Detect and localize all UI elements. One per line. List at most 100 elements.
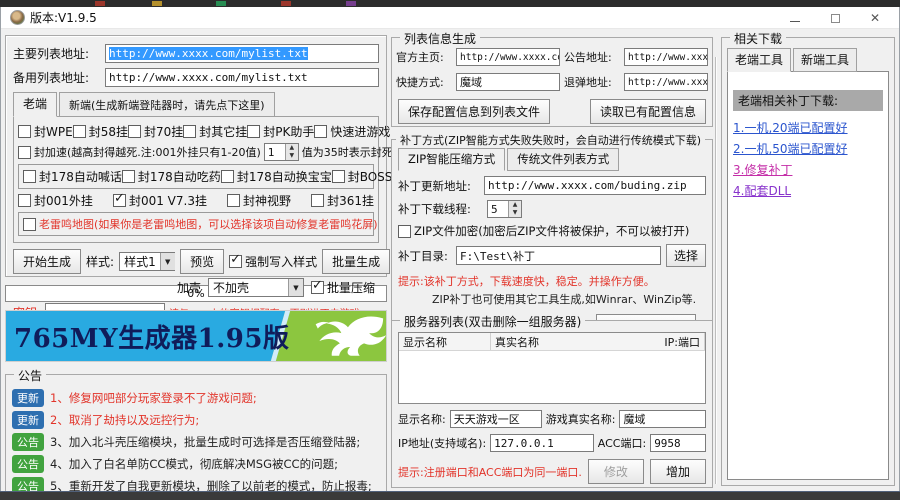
block-option-checkbox[interactable]: 封WPE [18,123,73,140]
checkbox-icon [311,194,324,207]
block-option-checkbox[interactable]: 封PK助手 [247,123,314,140]
home-input[interactable]: http://www.xxxx.com [456,48,560,66]
window-title: 版本:V1.9.5 [30,9,97,26]
block-option-checkbox[interactable]: 快速进游戏 [314,123,390,140]
add-server-button[interactable]: 增加 [650,459,706,484]
block-option-checkbox[interactable]: 封70挂 [128,123,183,140]
block-option-checkbox[interactable]: 封001外挂 [18,192,93,209]
server-column-header[interactable]: 真实名称 [491,333,660,350]
patch-threads-label: 补丁下载线程: [398,201,484,217]
maximize-button[interactable] [815,7,855,29]
downloads-title: 相关下载 [730,30,786,47]
checkbox-icon [23,218,36,231]
force-style-checkbox[interactable]: 强制写入样式 [229,253,317,270]
spin-up-icon[interactable]: ▲ [509,201,521,209]
patch-dir-row: 补丁目录: F:\Test\补丁 选择 [398,244,706,267]
generator-settings-box: 主要列表地址: http://www.xxxx.com/mylist.txt 备… [5,35,387,277]
save-config-button[interactable]: 保存配置信息到列表文件 [398,99,550,124]
notice-item: 公告 3、加入北斗壳压缩模块，批量生成时可选择是否压缩登陆器; [12,431,380,453]
patch-url-row: 补丁更新地址: http://www.xxxx.com/buding.zip [398,176,706,195]
acc-port-input[interactable]: 9958 [650,434,706,452]
download-link[interactable]: 1.一机,20端已配置好 [733,119,883,136]
downloads-listbox[interactable]: 老端相关补丁下载: 1.一机,20端已配置好2.一机,50端已配置好3.修复补丁… [727,71,889,480]
downloads-box: 相关下载 老端工具新端工具 老端相关补丁下载: 1.一机,20端已配置好2.一机… [721,37,895,486]
modify-server-button[interactable]: 修改 [588,459,644,484]
check-row-1: 封WPE封58挂封70挂封其它挂封PK助手快速进游戏 [18,123,374,140]
downloads-tab[interactable]: 新端工具 [793,48,857,72]
client-tabs: 老端新端(生成新端登陆器时，请先点下这里) [13,92,379,117]
speed-value-spinner[interactable]: 1▲▼ [264,143,299,161]
client-tab[interactable]: 新端(生成新端登陆器时，请先点下这里) [59,92,275,117]
shortcut-input[interactable]: 魔域 [456,73,560,91]
block-option-checkbox[interactable]: 封其它挂 [183,123,247,140]
backup-list-input[interactable]: http://www.xxxx.com/mylist.txt [105,68,379,87]
server-column-header[interactable]: 显示名称 [399,333,491,350]
minimize-icon [790,21,800,22]
checkbox-icon [128,125,141,138]
client-tab[interactable]: 老端 [13,92,57,117]
spin-down-icon[interactable]: ▼ [509,209,521,217]
dropdown-arrow-icon: ▼ [288,279,303,296]
main-list-input[interactable]: http://www.xxxx.com/mylist.txt [105,44,379,63]
minimize-button[interactable] [775,7,815,29]
shell-dropdown[interactable]: 不加壳▼ [208,278,304,297]
checkbox-icon [247,125,260,138]
banner-title: 765MY生成器1.95版 [14,318,289,355]
checkbox-icon [311,281,324,294]
block-option-checkbox[interactable]: 封361挂 [311,192,374,209]
titlebar: 版本:V1.9.5 ✕ [1,7,899,29]
zip-encrypt-checkbox[interactable]: ZIP文件加密(加密后ZIP文件将被保护，不可以被打开) [398,223,689,239]
preview-button[interactable]: 预览 [180,249,224,274]
style-dropdown[interactable]: 样式1▼ [119,252,175,271]
real-name-input[interactable]: 魔域 [619,410,706,428]
list-info-box: 列表信息生成 官方主页: http://www.xxxx.com 公告地址: h… [391,37,713,127]
block-option-checkbox[interactable]: 封178自动吃药 [122,168,221,185]
threads-spinner[interactable]: 5▲▼ [487,200,522,218]
app-window: 版本:V1.9.5 ✕ 主要列表地址: http://www.xxxx.com/… [0,7,900,491]
notice-url-label: 公告地址: [564,49,620,65]
patch-mode-title: 补丁方式(ZIP智能方式失败失败时，会自动进行传统模式下载) [396,132,705,148]
patch-tab[interactable]: 传统文件列表方式 [507,148,619,171]
server-list-box: 服务器列表(双击删除一组服务器) 显示名称真实名称IP:端口 显示名称: 天天游… [391,320,713,488]
config-buttons: 保存配置信息到列表文件 读取已有配置信息 [396,99,708,124]
background-icon [281,1,291,6]
download-link[interactable]: 2.一机,50端已配置好 [733,140,883,157]
download-link[interactable]: 4.配套DLL [733,182,883,199]
notice-item: 公告 4、加入了白名单防CC模式，彻底解决MSG被CC的问题; [12,453,380,475]
batch-generate-button[interactable]: 批量生成 [322,249,390,274]
list-info-title: 列表信息生成 [400,30,480,47]
ip-input[interactable]: 127.0.0.1 [490,434,594,452]
read-config-button[interactable]: 读取已有配置信息 [590,99,706,124]
spin-up-icon[interactable]: ▲ [286,144,298,152]
notice-text: 2、取消了劫持以及远控行为; [50,412,199,428]
patch-dir-input[interactable]: F:\Test\补丁 [456,246,661,265]
batch-compress-checkbox[interactable]: 批量压缩 [311,279,375,296]
patch-tab[interactable]: ZIP智能压缩方式 [398,148,505,171]
bounce-input[interactable]: http://www.xxxx.com [624,73,708,91]
block-option-checkbox[interactable]: 封178自动喊话 [23,168,122,185]
download-link[interactable]: 3.修复补丁 [733,161,883,178]
server-listview[interactable]: 显示名称真实名称IP:端口 [398,332,706,404]
spin-down-icon[interactable]: ▼ [286,152,298,160]
checkbox-icon [18,194,31,207]
checkbox-icon [183,125,196,138]
zip-encrypt-row: ZIP文件加密(加密后ZIP文件将被保护，不可以被打开) [398,223,706,239]
block-option-checkbox[interactable]: 封001 V7.3挂 [113,192,207,209]
block-option-checkbox[interactable]: 封58挂 [73,123,128,140]
patch-url-input[interactable]: http://www.xxxx.com/buding.zip [484,176,706,195]
server-column-header[interactable]: IP:端口 [660,333,705,350]
notice-text: 1、修复网吧部分玩家登录不了游戏问题; [50,390,257,406]
start-generate-button[interactable]: 开始生成 [13,249,81,274]
close-button[interactable]: ✕ [855,7,895,29]
downloads-tab[interactable]: 老端工具 [727,48,791,72]
block-option-checkbox[interactable]: 封178自动换宝宝 [221,168,332,185]
notice-list: 更新 1、修复网吧部分玩家登录不了游戏问题; 更新 2、取消了劫持以及远控行为;… [12,387,380,497]
checkbox-icon [332,170,345,183]
background-icon [95,1,105,6]
thunder-map-checkbox[interactable]: 老雷鸣地图(如果你是老雷鸣地图，可以选择该项自动修复老雷鸣花屏) [23,216,378,232]
block-option-checkbox[interactable]: 封神视野 [227,192,291,209]
block-speed-checkbox[interactable]: 封加速(越高封得越死.注:001外挂只有1-20值) [18,144,261,160]
choose-dir-button[interactable]: 选择 [666,244,706,267]
display-name-input[interactable]: 天天游戏一区 [450,410,542,428]
notice-url-input[interactable]: http://www.xxxx.com [624,48,708,66]
